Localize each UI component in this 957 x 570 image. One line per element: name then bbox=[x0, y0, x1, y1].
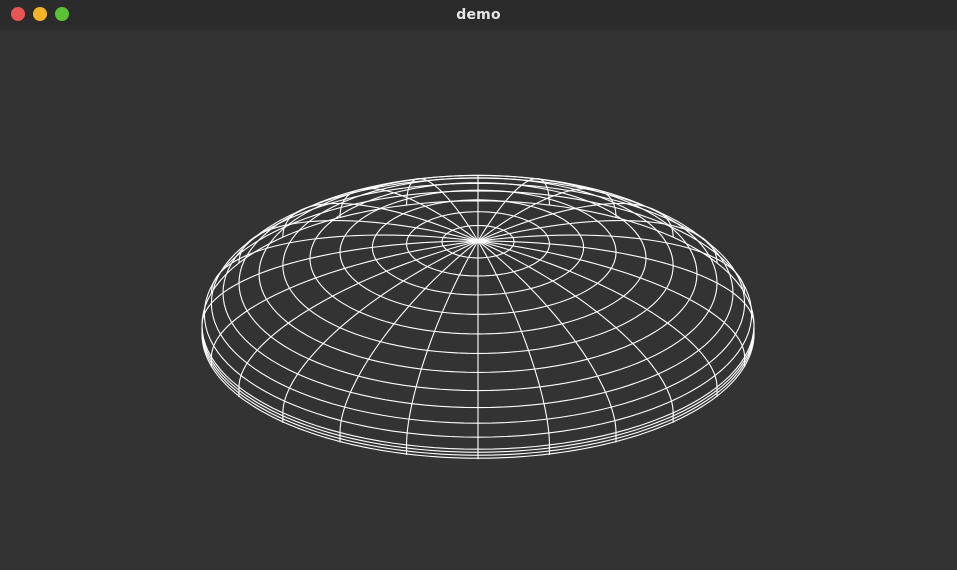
meridian-line bbox=[477, 234, 746, 293]
meridian-line bbox=[477, 187, 617, 242]
spheroid-wireframe bbox=[201, 174, 755, 460]
wireframe-canvas[interactable] bbox=[0, 30, 957, 570]
window-controls bbox=[11, 7, 69, 21]
window-title: demo bbox=[456, 7, 501, 23]
close-button[interactable] bbox=[11, 7, 25, 21]
minimize-button[interactable] bbox=[33, 7, 47, 21]
meridian-line bbox=[339, 187, 479, 242]
meridian-line bbox=[339, 240, 479, 443]
render-viewport[interactable] bbox=[0, 30, 957, 570]
maximize-button[interactable] bbox=[55, 7, 69, 21]
app-window: demo bbox=[0, 0, 957, 570]
meridian-line bbox=[477, 240, 674, 423]
meridian-line bbox=[210, 234, 479, 293]
meridian-line bbox=[477, 240, 617, 443]
meridian-line bbox=[282, 240, 479, 423]
title-bar[interactable]: demo bbox=[0, 0, 957, 30]
